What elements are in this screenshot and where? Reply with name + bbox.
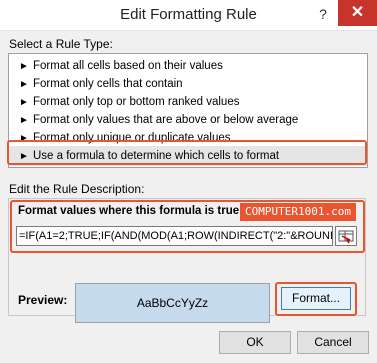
formula-input[interactable]: =IF(A1=2;TRUE;IF(AND(MOD(A1;ROW(INDIRECT… [16,226,333,246]
collapse-dialog-button[interactable] [335,226,357,246]
preview-sample: AaBbCcYyZz [75,283,270,323]
rule-type-list[interactable]: ► Format all cells based on their values … [8,53,368,168]
close-button[interactable]: ✕ [338,0,377,26]
preview-label: Preview: [18,293,68,307]
arrow-icon: ► [19,97,29,108]
rule-item-label: Format only cells that contain [33,78,183,90]
rule-item-label: Format only values that are above or bel… [33,114,299,126]
description-label: Edit the Rule Description: [9,182,145,196]
rule-item[interactable]: ► Format only unique or duplicate values [9,129,367,147]
ok-button[interactable]: OK [219,331,291,354]
rule-item-label: Format only top or bottom ranked values [33,96,240,108]
title-bar: Edit Formatting Rule ? ✕ [0,0,377,31]
rule-item-label: Format only unique or duplicate values [33,132,231,144]
rule-item-selected[interactable]: ► Use a formula to determine which cells … [9,146,367,166]
rule-item[interactable]: ► Format only cells that contain [9,75,367,93]
formula-label: Format values where this formula is true… [18,205,243,217]
cancel-button[interactable]: Cancel [297,331,369,354]
rule-item[interactable]: ► Format only values that are above or be… [9,111,367,129]
rule-item[interactable]: ► Format only top or bottom ranked values [9,93,367,111]
arrow-icon: ► [19,61,29,72]
rule-item-label: Format all cells based on their values [33,60,223,72]
format-button[interactable]: Format... [281,287,351,310]
range-select-icon [338,230,354,244]
arrow-icon: ► [19,115,29,126]
arrow-icon: ► [19,79,29,90]
help-button[interactable]: ? [312,3,334,25]
arrow-icon: ► [19,151,29,162]
rule-item-label: Use a formula to determine which cells t… [33,150,280,162]
rule-item[interactable]: ► Format all cells based on their values [9,57,367,75]
watermark: COMPUTER1001.com [240,203,356,221]
rule-type-label: Select a Rule Type: [9,37,113,51]
